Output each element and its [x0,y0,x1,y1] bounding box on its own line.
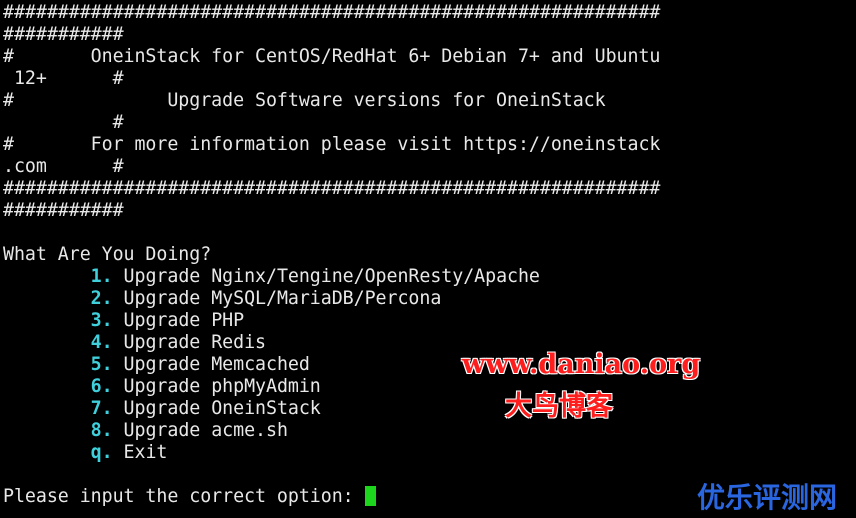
option-number: 4. [90,332,113,353]
watermark-url: www.daniao.org [462,349,701,380]
option-number: q. [90,442,113,463]
option-number: 2. [90,288,113,309]
option-label: Upgrade MySQL/MariaDB/Percona [112,288,442,309]
banner-line-5: # Upgrade Software versions for OneinSta… [3,90,606,111]
option-number: 3. [90,310,113,331]
menu-option: q. Exit [3,442,853,464]
banner-line-4: 12+ # [3,68,124,89]
option-label: Exit [112,442,168,463]
option-label: Upgrade PHP [112,310,245,331]
option-label: Upgrade OneinStack [112,398,321,419]
terminal-window[interactable]: ########################################… [3,2,853,516]
option-number: 5. [90,354,113,375]
banner-line-2: ########### [3,24,124,45]
watermark-blog-name: 大鸟博客 [505,391,613,422]
option-label: Upgrade Memcached [112,354,310,375]
menu-option: 8. Upgrade acme.sh [3,420,853,442]
option-label: Upgrade Redis [112,332,266,353]
banner-line-3: # OneinStack for CentOS/RedHat 6+ Debian… [3,46,661,67]
menu-option: 4. Upgrade Redis [3,332,853,354]
terminal-cursor[interactable] [364,486,376,506]
banner-line-6: # [3,112,124,133]
input-prompt: Please input the correct option: [3,486,365,507]
banner-line-10: ########### [3,200,124,221]
option-number: 1. [90,266,113,287]
banner-line-9: ########################################… [3,178,661,199]
option-number: 8. [90,420,113,441]
option-label: Upgrade acme.sh [112,420,288,441]
option-label: Upgrade Nginx/Tengine/OpenResty/Apache [112,266,540,287]
banner-line-7: # For more information please visit http… [3,134,661,155]
menu-option: 3. Upgrade PHP [3,310,853,332]
banner-line-8: .com # [3,156,124,177]
menu-option: 6. Upgrade phpMyAdmin [3,376,853,398]
menu-option: 2. Upgrade MySQL/MariaDB/Percona [3,288,853,310]
option-number: 7. [90,398,113,419]
menu-option: 5. Upgrade Memcached [3,354,853,376]
menu-option: 7. Upgrade OneinStack [3,398,853,420]
watermark-corner: 优乐评测网 [697,481,838,514]
banner-line-1: ########################################… [3,2,661,23]
option-label: Upgrade phpMyAdmin [112,376,321,397]
option-number: 6. [90,376,113,397]
menu-question: What Are You Doing? [3,244,212,265]
menu-option: 1. Upgrade Nginx/Tengine/OpenResty/Apach… [3,266,853,288]
